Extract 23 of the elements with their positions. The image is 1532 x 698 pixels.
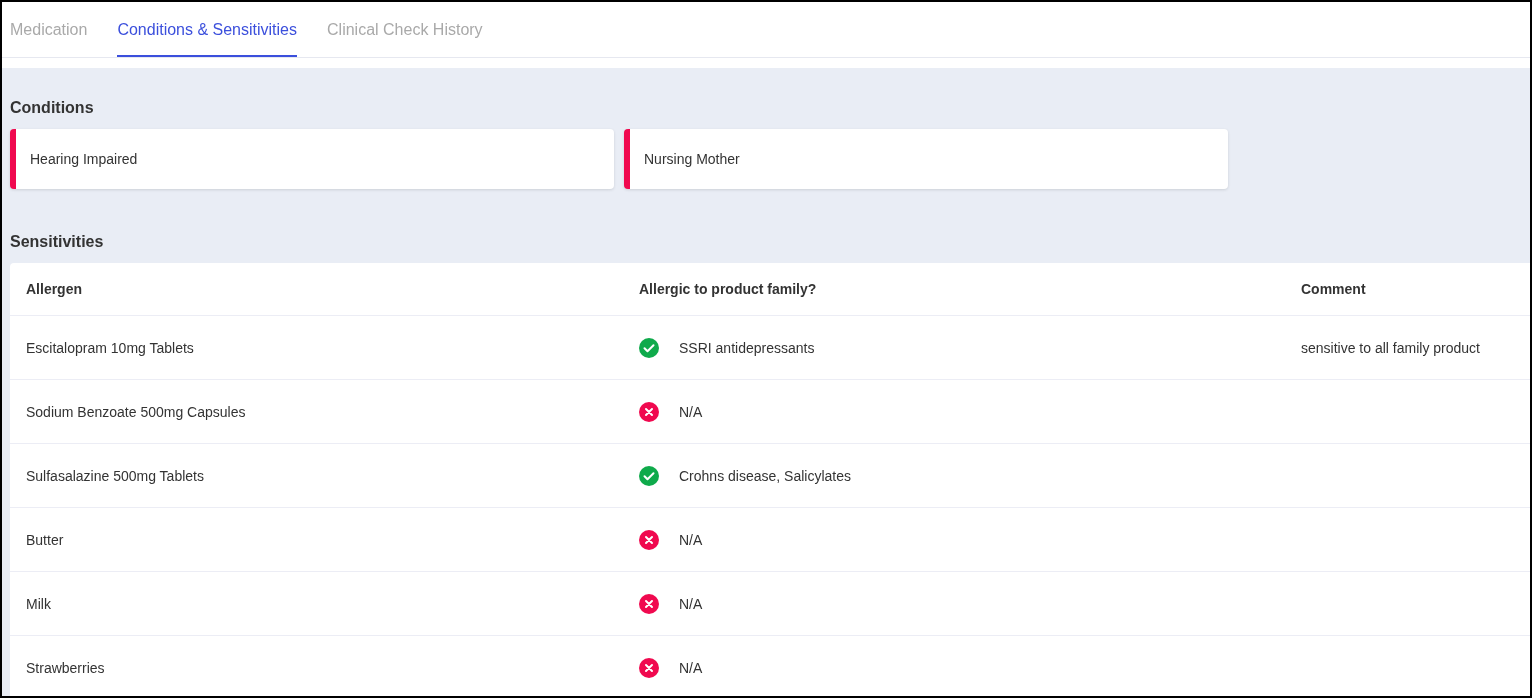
table-cell: Crohns disease, Salicylates — [679, 467, 851, 484]
column-header: Comment — [1301, 281, 1367, 297]
table-cell: Sodium Benzoate 500mg Capsules — [26, 403, 246, 420]
table-cell: sensitive to all family product — [1301, 339, 1480, 356]
table-cell: Escitalopram 10mg Tablets — [26, 339, 194, 356]
table-cell: N/A — [679, 403, 703, 420]
table-cell: N/A — [679, 595, 703, 612]
table-cell: SSRI antidepressants — [679, 339, 815, 356]
table-cell: N/A — [679, 659, 703, 676]
column-header: Allergen — [25, 281, 83, 297]
condition-card: Hearing Impaired — [10, 129, 614, 189]
section-heading: Sensitivities — [10, 233, 105, 251]
tab[interactable]: Medication — [10, 2, 88, 57]
column-header: Allergic to product family? — [639, 281, 818, 297]
table-cell: Butter — [26, 531, 64, 548]
table-cell: N/A — [679, 531, 703, 548]
section-heading: Conditions — [10, 99, 95, 117]
table-cell: Sulfasalazine 500mg Tablets — [26, 467, 204, 484]
condition-card: Nursing Mother — [624, 129, 1228, 189]
table-cell: Milk — [26, 595, 51, 612]
tab[interactable]: Conditions & Sensitivities — [117, 2, 297, 57]
table-cell: Strawberries — [26, 659, 105, 676]
tab[interactable]: Clinical Check History — [327, 2, 483, 57]
